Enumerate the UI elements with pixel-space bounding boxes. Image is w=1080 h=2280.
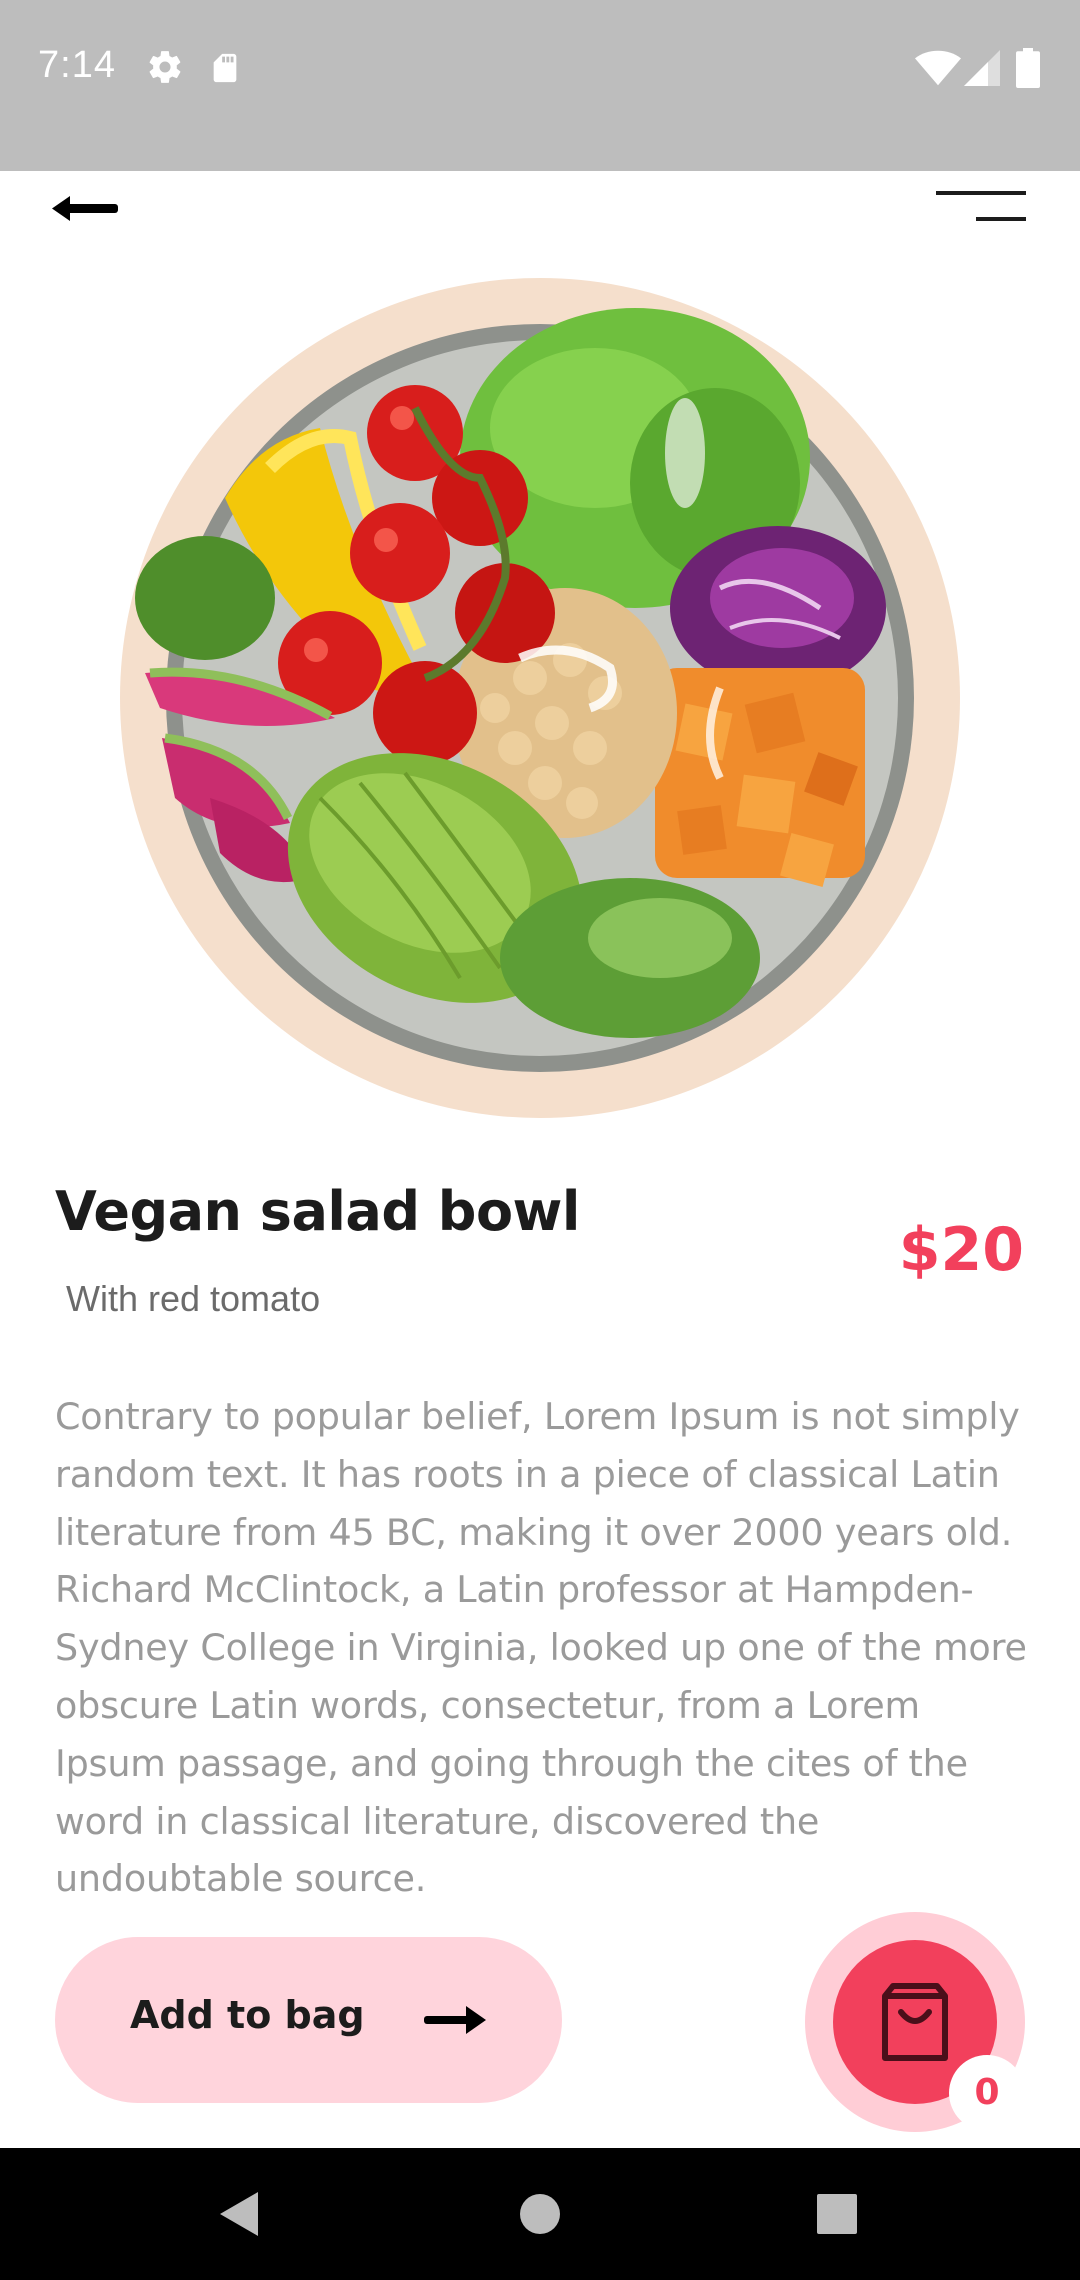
product-subtitle: With red tomato	[66, 1278, 321, 1319]
battery-icon	[1016, 48, 1040, 88]
menu-button[interactable]	[930, 184, 1030, 234]
shopping-bag-icon	[882, 1983, 948, 2061]
add-to-bag-button[interactable]: Add to bag	[55, 1937, 562, 2103]
signal-icon	[964, 50, 1000, 86]
vegan-salad-bowl-image	[120, 278, 960, 1118]
cart-count-badge: 0	[949, 2055, 1025, 2131]
back-button[interactable]	[48, 178, 124, 238]
cart-button[interactable]: 0	[805, 1912, 1025, 2132]
add-to-bag-label: Add to bag	[130, 1993, 365, 2037]
settings-icon	[149, 51, 181, 83]
arrow-left-icon	[52, 196, 118, 221]
product-title: Vegan salad bowl	[55, 1180, 580, 1243]
arrow-right-icon	[424, 2006, 486, 2034]
product-description: Contrary to popular belief, Lorem Ipsum …	[55, 1395, 1027, 1901]
home-circle-icon[interactable]	[504, 2178, 576, 2250]
sd-card-icon	[213, 53, 237, 83]
menu-icon	[936, 191, 1026, 221]
navigation-bar	[0, 2148, 1080, 2280]
back-triangle-icon[interactable]	[204, 2178, 276, 2250]
status-time: 7:14	[38, 44, 116, 86]
wifi-icon	[915, 50, 961, 86]
product-detail-screen: 7:14 Vegan salad bowl With red tomato $2…	[0, 0, 1080, 2280]
status-bar: 7:14	[0, 0, 1080, 171]
cart-button-inner: 0	[833, 1940, 1025, 2131]
product-price: $20	[898, 1215, 1024, 1285]
recents-square-icon[interactable]	[801, 2178, 873, 2250]
